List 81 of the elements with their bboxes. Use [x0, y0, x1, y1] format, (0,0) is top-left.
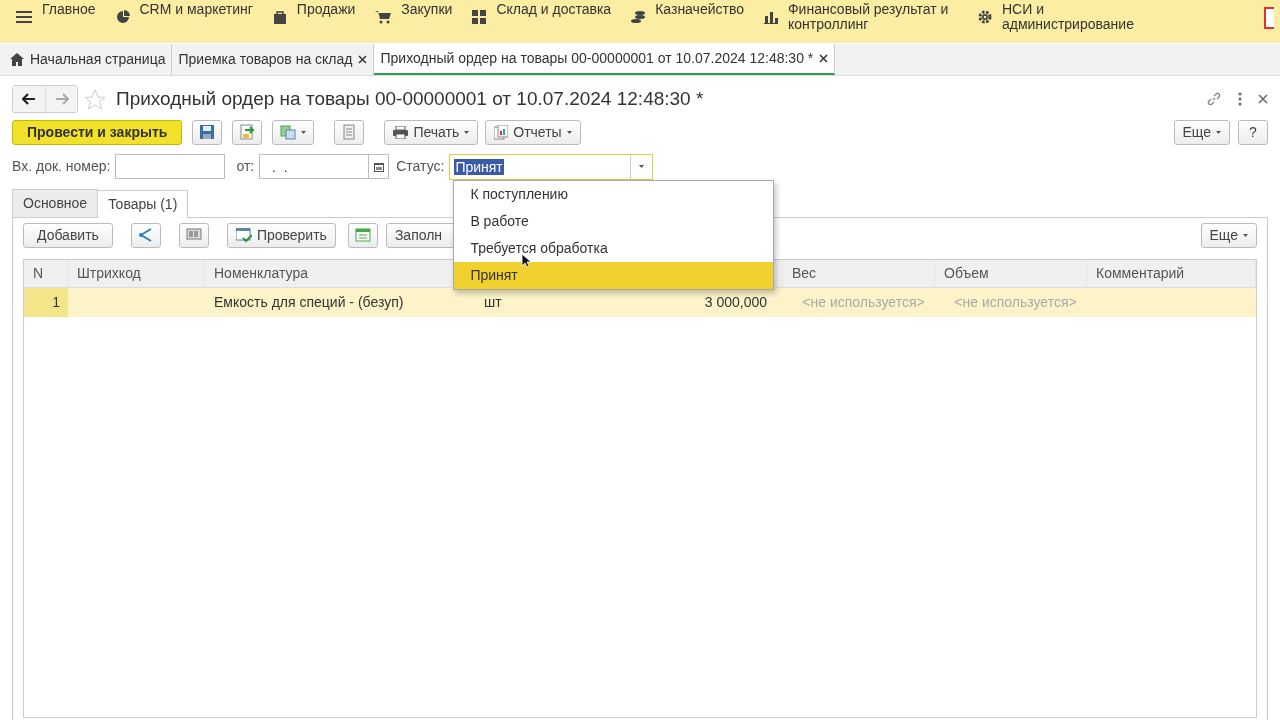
link-icon	[1206, 91, 1222, 108]
column-header: Вес	[783, 259, 935, 287]
calendar-icon	[373, 161, 384, 172]
share-icon	[137, 227, 154, 243]
caret-icon	[301, 130, 307, 134]
dropdown-option[interactable]: К поступлению	[454, 180, 774, 208]
open-tab[interactable]: Начальная страница	[4, 44, 173, 75]
close-icon	[1258, 94, 1268, 105]
menu-section[interactable]: Главное	[6, 0, 106, 24]
close-icon	[819, 54, 829, 63]
barcode-scanner-icon	[185, 227, 202, 243]
toolbar-button[interactable]	[347, 222, 378, 248]
checklist-icon	[235, 227, 252, 243]
table-row[interactable]: 1 Емкость для специй - (безуп) шт 3 000,000 <не используется> <не используется>	[24, 287, 1256, 317]
field-label: Вх. док. номер:	[12, 157, 111, 176]
open-tab[interactable]: Приходный ордер на товары 00-00000001 от 10.07.2024 12:48:30 *	[374, 44, 836, 75]
dropdown-option[interactable]: Требуется обработка	[454, 234, 774, 262]
menu-section[interactable]: Продажи	[262, 0, 366, 24]
post-and-close-button[interactable]: Провести и закрыть	[12, 119, 183, 145]
menu-section[interactable]: НСИ и администрирование	[967, 0, 1182, 32]
column-header: N	[24, 259, 68, 287]
toolbar-button[interactable]	[130, 222, 161, 248]
menu-section[interactable]: CRM и маркетинг	[105, 0, 263, 24]
coins-icon	[631, 10, 646, 24]
caret-icon	[639, 165, 645, 168]
toolbar-button[interactable]	[232, 119, 263, 145]
star-icon[interactable]	[84, 88, 106, 110]
forward-arrow-icon	[54, 93, 69, 106]
table-cell-text: Емкость для специй - (безуп)	[213, 292, 405, 312]
add-button[interactable]: Добавить	[23, 222, 113, 248]
dropdown-option[interactable]: В работе	[454, 207, 774, 235]
table-cell-text: шт	[483, 292, 503, 312]
home-icon	[10, 53, 24, 66]
gear-icon	[977, 10, 992, 24]
grid-icon	[472, 10, 487, 24]
caret-icon	[1216, 130, 1221, 134]
check-button[interactable]: Проверить	[226, 222, 336, 248]
bag-icon	[272, 10, 287, 24]
back-button[interactable]	[13, 86, 45, 113]
table-cell-text: <не используется>	[953, 292, 1078, 312]
table-cell-text: 3 000,000	[703, 292, 768, 312]
dropdown-option[interactable]: Принят	[454, 261, 774, 289]
caret-icon	[566, 130, 572, 134]
cart-icon	[375, 10, 392, 24]
help-button[interactable]: ?	[1238, 119, 1268, 145]
report-icon	[494, 124, 509, 140]
more-button[interactable]: Еще	[1200, 222, 1257, 248]
table-cell: 1	[24, 287, 68, 317]
column-header: Комментарий	[1087, 259, 1256, 287]
toolbar-button[interactable]	[178, 222, 209, 248]
toolbar-button[interactable]	[192, 119, 223, 145]
more-button[interactable]: Еще	[1173, 119, 1230, 145]
printer-icon	[393, 125, 409, 139]
document-title: Приходный ордер на товары 00-00000001 от 10.07.2024 12:48:30 *	[116, 87, 704, 111]
menu-icon	[16, 10, 32, 24]
field-label: Статус:	[396, 157, 445, 176]
documents-icon	[280, 124, 297, 140]
list-icon	[341, 124, 358, 140]
print-button[interactable]: Печать	[384, 119, 479, 145]
form-tab[interactable]: Товары (1)	[97, 189, 189, 218]
menu-section[interactable]: Закупки	[365, 0, 463, 24]
toolbar-button[interactable]	[272, 119, 315, 145]
back-arrow-icon	[22, 93, 36, 106]
caret-icon	[1243, 233, 1248, 237]
table-cell-text: <не используется>	[801, 292, 926, 312]
bar-chart-icon	[763, 10, 778, 24]
more-vertical-icon	[1238, 92, 1242, 107]
column-header: Объем	[935, 259, 1087, 287]
table-fill-icon	[354, 227, 371, 243]
caret-icon	[464, 130, 470, 134]
close-icon	[358, 55, 368, 64]
menu-section[interactable]: Склад и доставка	[462, 0, 622, 24]
column-header: Штрихкод	[68, 259, 205, 287]
menu-section[interactable]: Казначейство	[621, 0, 754, 24]
date-field[interactable]: . .	[259, 154, 390, 179]
reports-button[interactable]: Отчеты	[485, 119, 581, 145]
pie-chart-icon	[115, 10, 130, 24]
form-tab[interactable]: Основное	[12, 188, 99, 217]
menu-section[interactable]: Финансовый результат и контроллинг	[753, 0, 968, 32]
document-number-field[interactable]	[115, 154, 226, 179]
field-label: от:	[236, 157, 255, 176]
